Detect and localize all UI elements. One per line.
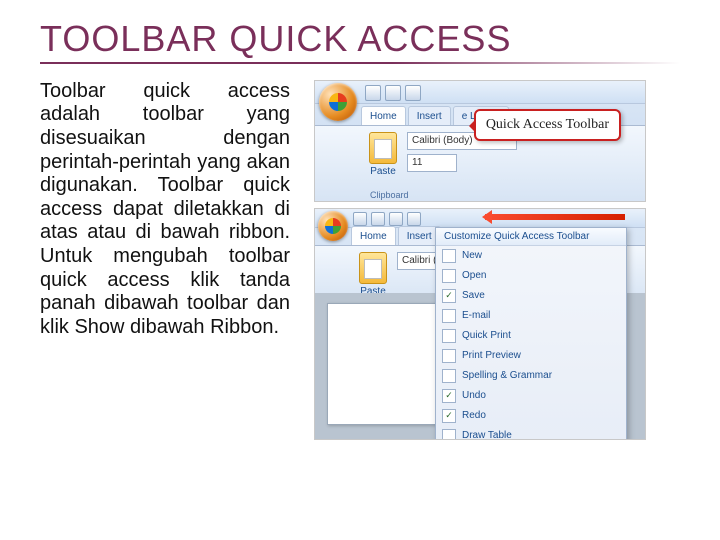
undo-icon[interactable] (385, 85, 401, 101)
qat-icons-2 (353, 212, 421, 226)
paste-label: Paste (365, 166, 401, 177)
clipboard-group-label: Clipboard (370, 190, 409, 200)
dd-item-redo[interactable]: ✓Redo (436, 406, 626, 426)
dd-item-email[interactable]: E-mail (436, 306, 626, 326)
screenshot-qat-dropdown: Home Insert Paste Calibri (B Customize Q… (314, 208, 646, 440)
clipboard-icon (359, 252, 387, 284)
dd-item-save[interactable]: ✓Save (436, 286, 626, 306)
save-icon[interactable] (365, 85, 381, 101)
undo-icon[interactable] (371, 212, 385, 226)
redo-icon[interactable] (405, 85, 421, 101)
office-button-2[interactable] (318, 211, 348, 241)
dd-item-printpreview[interactable]: Print Preview (436, 346, 626, 366)
dd-item-quickprint[interactable]: Quick Print (436, 326, 626, 346)
redo-icon[interactable] (389, 212, 403, 226)
slide-title: TOOLBAR QUICK ACCESS (40, 20, 680, 58)
dropdown-title: Customize Quick Access Toolbar (436, 228, 626, 246)
save-icon[interactable] (353, 212, 367, 226)
callout-qat: Quick Access Toolbar (474, 109, 621, 141)
qat-icons (365, 85, 421, 101)
office-button[interactable] (319, 83, 357, 121)
dd-item-spelling[interactable]: Spelling & Grammar (436, 366, 626, 386)
arrow-annotation (485, 214, 625, 220)
body-paragraph: Toolbar quick access adalah toolbar yang… (40, 80, 290, 340)
clipboard-icon (369, 132, 397, 164)
dd-item-open[interactable]: Open (436, 266, 626, 286)
tab-home[interactable]: Home (361, 106, 406, 125)
paste-button[interactable]: Paste (365, 132, 401, 199)
screenshot-ribbon-callout: Home Insert e Layout Paste Calibri (Body… (314, 80, 646, 202)
font-size-selector[interactable]: 11 (407, 154, 457, 172)
customize-qat-dropdown: Customize Quick Access Toolbar New Open … (435, 227, 627, 440)
dd-item-new[interactable]: New (436, 246, 626, 266)
dd-item-undo[interactable]: ✓Undo (436, 386, 626, 406)
qat-dropdown-arrow[interactable] (407, 212, 421, 226)
dd-item-drawtable[interactable]: Draw Table (436, 426, 626, 440)
title-underline (40, 62, 680, 64)
tab-home-2[interactable]: Home (351, 226, 396, 245)
tab-insert[interactable]: Insert (408, 106, 451, 125)
